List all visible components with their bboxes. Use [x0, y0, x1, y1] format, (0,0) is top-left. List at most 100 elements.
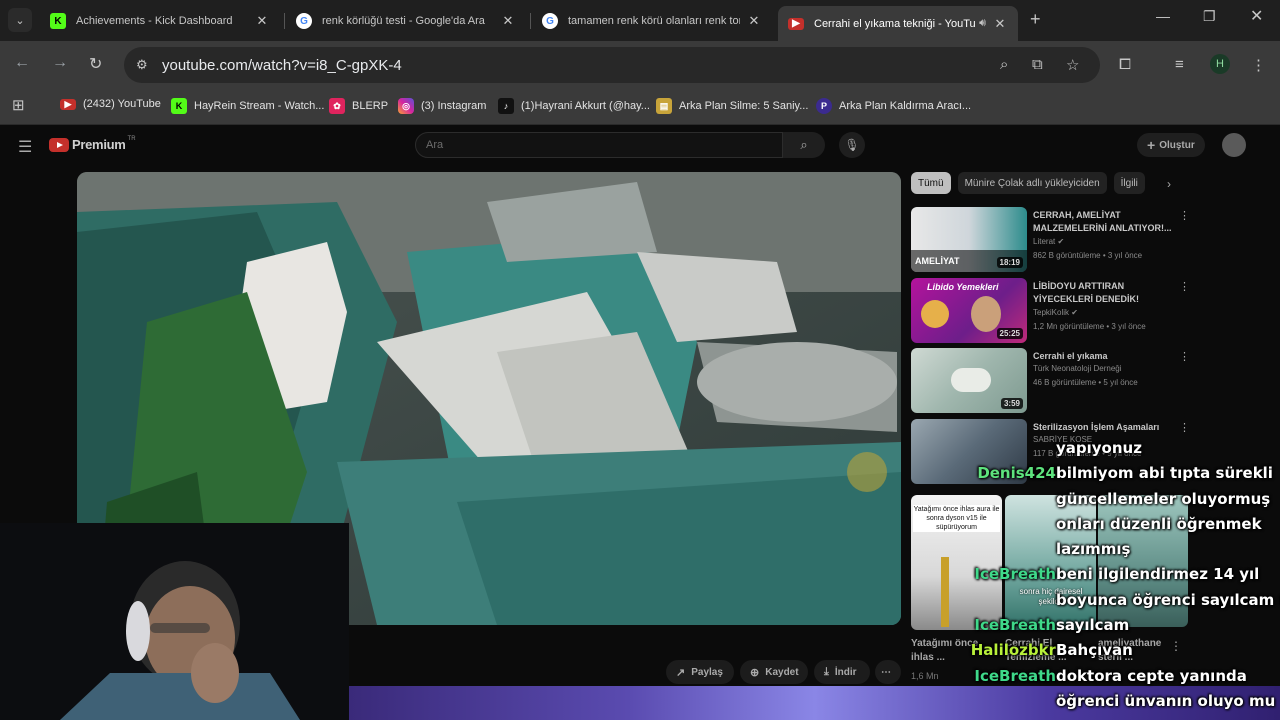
duration-badge: 25:25 [996, 328, 1023, 339]
video-thumbnail[interactable]: Libido Yemekleri 25:25 [911, 278, 1027, 343]
site-info-icon[interactable]: ⚙ [136, 57, 148, 73]
create-label: Oluştur [1159, 139, 1195, 151]
save-button[interactable]: ⊕ Kaydet [740, 660, 808, 684]
tab-kick-dashboard[interactable]: K Achievements - Kick Dashboard ✕ [40, 6, 280, 36]
chat-message: onları düzenli öğrenmek [970, 512, 1280, 537]
download-button[interactable]: ⤓ İndir [814, 660, 870, 684]
install-app-icon[interactable]: ⧉ [1032, 56, 1043, 73]
media-control-icon[interactable]: ≡ [1175, 56, 1184, 73]
url-text[interactable]: youtube.com/watch?v=i8_C-gpXK-4 [162, 57, 402, 74]
channel-name[interactable]: Literat ✔ [1033, 237, 1064, 246]
more-vert-icon[interactable]: ⋮ [1179, 280, 1190, 293]
search-button[interactable]: ⌕ [783, 132, 825, 158]
tab-title: renk körlüğü testi - Google'da Ara [322, 15, 485, 27]
reload-icon[interactable]: ↻ [89, 54, 102, 74]
chat-message: güncellemeler oluyormuş [970, 487, 1280, 512]
close-icon[interactable]: ✕ [254, 13, 270, 29]
duration-badge: 18:19 [996, 257, 1023, 268]
more-dots-icon: ⋯ [881, 666, 891, 678]
stream-chat-overlay: yapıyonuz Denis424 bilmiyom abi tıpta sür… [970, 436, 1280, 714]
zoom-icon[interactable]: ⌕ [1000, 56, 1008, 73]
download-label: İndir [834, 666, 857, 678]
bookmark-star-icon[interactable]: ☆ [1066, 56, 1079, 74]
speaker-icon[interactable]: 🔊︎ [979, 17, 986, 30]
bookmark-tiktok[interactable]: ♪ (1)Hayrani Akkurt (@hay... [498, 98, 650, 114]
recommendation-item[interactable]: Libido Yemekleri 25:25 LİBİDOYU ARTTIRAN… [911, 278, 1211, 344]
channel-name[interactable]: TepkiKolik ✔ [1033, 308, 1078, 317]
channel-label: Literat [1033, 237, 1056, 246]
chevron-down-icon: ⌄ [15, 14, 25, 27]
recommendation-item[interactable]: AMELİYAT 18:19 CERRAH, AMELİYAT MALZEMEL… [911, 207, 1211, 273]
chat-message: lazımmış [970, 537, 1280, 562]
new-tab-button[interactable]: + [1030, 9, 1041, 30]
instagram-icon: ◎ [398, 98, 414, 114]
removebg-icon: ▤ [656, 98, 672, 114]
chip-label: Münire Çolak adlı yükleyiciden [964, 177, 1100, 189]
more-vert-icon[interactable]: ⋮ [1179, 209, 1190, 222]
close-window-button[interactable]: ✕ [1250, 6, 1263, 26]
tab-search-button[interactable]: ⌄ [8, 8, 32, 32]
video-title[interactable]: LİBİDOYU ARTTIRAN YİYECEKLERİ DENEDİK! [1033, 280, 1173, 306]
video-title[interactable]: Sterilizasyon İşlem Aşamaları [1033, 421, 1173, 434]
google-icon: G [296, 13, 312, 29]
create-button[interactable]: + Oluştur [1137, 133, 1205, 157]
short-views: 1,6 Mn [911, 671, 939, 681]
duration-badge: 3:59 [1000, 398, 1023, 409]
video-title[interactable]: CERRAH, AMELİYAT MALZEMELERİNİ ANLATIYOR… [1033, 209, 1173, 235]
address-bar[interactable]: ⚙ youtube.com/watch?v=i8_C-gpXK-4 ⌕ ⧉ ☆ [124, 47, 1100, 83]
youtube-premium-logo[interactable]: Premium TR [49, 136, 136, 152]
bookmark-kick-stream[interactable]: K HayRein Stream - Watch... [171, 98, 324, 114]
chip-related[interactable]: İlgili [1113, 172, 1145, 194]
channel-name[interactable]: Türk Neonatoloji Derneği [1033, 364, 1122, 373]
thumbnail-caption: Libido Yemekleri [927, 282, 999, 292]
verified-icon: ✔ [1057, 237, 1065, 246]
video-thumbnail[interactable]: 3:59 [911, 348, 1027, 413]
chat-message: yapıyonuz [970, 436, 1280, 461]
voice-search-button[interactable]: 🎙︎ [839, 132, 865, 158]
chip-uploader[interactable]: Münire Çolak adlı yükleyiciden [957, 172, 1107, 194]
tab-title: Achievements - Kick Dashboard [76, 15, 233, 27]
apps-grid-icon[interactable]: ⊞ [12, 96, 25, 114]
extensions-icon[interactable]: ⧠ [1119, 56, 1131, 73]
chat-username: Denis424 [977, 464, 1056, 483]
more-vert-icon[interactable]: ⋮ [1179, 421, 1190, 434]
browser-toolbar: ← → ↻ ⚙ youtube.com/watch?v=i8_C-gpXK-4 … [0, 41, 1280, 89]
download-icon: ⤓ [824, 665, 829, 678]
forward-arrow-icon[interactable]: → [52, 54, 68, 72]
more-actions-button[interactable]: ⋯ [875, 660, 901, 684]
tab-youtube-active[interactable]: ▶ Cerrahi el yıkama tekniği - YouTube 🔊︎… [778, 6, 1018, 41]
maximize-button[interactable]: ❐ [1203, 8, 1216, 25]
more-vert-icon[interactable]: ⋮ [1179, 350, 1190, 363]
chat-text: sayılcam [1056, 616, 1130, 635]
tiktok-icon: ♪ [498, 98, 514, 114]
bookmark-youtube[interactable]: ▶ (2432) YouTube [60, 98, 161, 110]
chat-message: IceBreath beni ilgilendirmez 14 yıl [970, 562, 1280, 587]
share-button[interactable]: ↗ Paylaş [666, 660, 734, 684]
bookmark-background-remover[interactable]: P Arka Plan Kaldırma Aracı... [816, 98, 971, 114]
search-input[interactable]: Ara [415, 132, 783, 158]
video-title[interactable]: Cerrahi el yıkama [1033, 350, 1173, 363]
minimize-button[interactable]: — [1156, 8, 1170, 24]
close-icon[interactable]: ✕ [500, 13, 516, 29]
tab-google-search-1[interactable]: G renk körlüğü testi - Google'da Ara ✕ [286, 6, 526, 36]
youtube-play-icon [49, 137, 69, 152]
menu-icon[interactable]: ☰ [18, 137, 32, 157]
tab-google-search-2[interactable]: G tamamen renk körü olanları renk tonlar… [532, 6, 772, 36]
bookmark-remove-bg[interactable]: ▤ Arka Plan Silme: 5 Saniy... [656, 98, 808, 114]
chevron-right-icon[interactable]: › [1167, 177, 1171, 191]
bookmark-instagram[interactable]: ◎ (3) Instagram [398, 98, 486, 114]
menu-dots-icon[interactable]: ⋮ [1251, 56, 1266, 74]
recommendation-item[interactable]: 3:59 Cerrahi el yıkama Türk Neonatoloji … [911, 348, 1211, 414]
account-avatar[interactable] [1222, 133, 1246, 157]
bookmark-blerp[interactable]: ✿ BLERP [329, 98, 388, 114]
chip-label: Tümü [918, 177, 944, 189]
chat-message: Denis424 bilmiyom abi tıpta sürekli [970, 461, 1280, 486]
filter-chips: Tümü Münire Çolak adlı yükleyiciden İlgi… [911, 172, 1152, 194]
chip-all[interactable]: Tümü [911, 172, 951, 194]
close-icon[interactable]: ✕ [746, 13, 762, 29]
close-icon[interactable]: ✕ [992, 16, 1008, 32]
profile-avatar[interactable]: H [1210, 54, 1230, 74]
chat-message: boyunca öğrenci sayılcam mı [970, 588, 1280, 613]
video-thumbnail[interactable]: AMELİYAT 18:19 [911, 207, 1027, 272]
back-arrow-icon[interactable]: ← [14, 54, 30, 72]
